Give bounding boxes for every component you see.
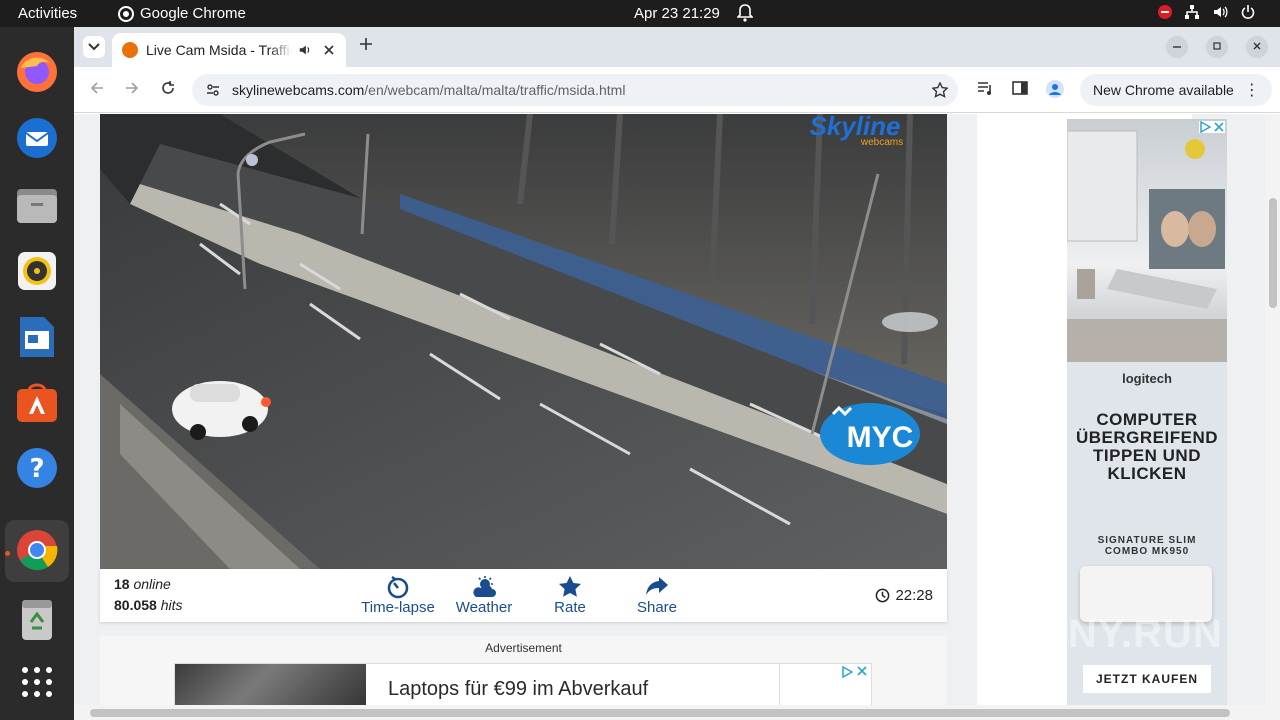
hits-count: 80.058	[114, 597, 157, 613]
url-path: /en/webcam/malta/malta/traffic/msida.htm…	[364, 82, 626, 98]
clock-icon	[876, 588, 890, 603]
firefox-icon[interactable]	[14, 49, 60, 95]
buy-now-button[interactable]: JETZT KAUFEN	[1083, 665, 1211, 693]
rhythmbox-icon[interactable]	[14, 248, 60, 294]
share-label: Share	[636, 599, 678, 616]
system-tray[interactable]	[1158, 4, 1256, 20]
weather-icon	[473, 576, 496, 597]
minimize-window-icon[interactable]	[1166, 36, 1188, 58]
advertisement-label: Advertisement	[485, 641, 562, 655]
webcam-info-bar: 18 online 80.058 hits Time-lapse Weather	[100, 569, 947, 622]
url-domain: skylinewebcams.com	[232, 82, 365, 98]
back-icon[interactable]	[86, 80, 108, 102]
dock: ?	[0, 27, 74, 720]
rate-label: Rate	[554, 599, 586, 616]
anyrun-watermark: ANY.RUN	[1038, 612, 1223, 656]
svg-text:?: ?	[29, 454, 44, 484]
site-info-icon[interactable]	[206, 83, 220, 97]
app-menu[interactable]: Google Chrome	[118, 5, 246, 22]
vertical-scrollbar[interactable]	[1265, 114, 1280, 720]
share-icon	[646, 577, 668, 595]
myc-logo: MYC	[820, 403, 920, 465]
horizontal-scroll-thumb[interactable]	[90, 709, 1230, 717]
app-center-icon[interactable]	[14, 379, 60, 425]
ad-image	[175, 664, 366, 705]
libreoffice-writer-icon[interactable]	[14, 314, 60, 360]
local-time-value: 22:28	[895, 587, 933, 604]
chrome-icon[interactable]	[14, 527, 60, 573]
recording-indicator-icon	[1158, 5, 1172, 19]
help-icon[interactable]: ?	[14, 445, 60, 491]
more-menu-icon[interactable]: ⋮	[1244, 80, 1260, 100]
advertisement-section: Advertisement Laptops für €99 im Abverka…	[100, 636, 947, 705]
app-name: Google Chrome	[140, 5, 246, 22]
new-chrome-available-button[interactable]: New Chrome available ⋮	[1080, 74, 1272, 106]
new-tab-icon[interactable]	[355, 36, 377, 58]
forward-icon[interactable]	[121, 80, 143, 102]
weather-button[interactable]: Weather	[439, 573, 529, 616]
adchoices-icon[interactable]	[841, 666, 867, 678]
notification-bell-icon[interactable]	[736, 4, 754, 26]
timelapse-icon	[387, 576, 409, 599]
tab-title: Live Cam Msida - Traffic	[146, 42, 292, 58]
hits-stat: 80.058 hits	[114, 597, 183, 613]
tab-search-icon[interactable]	[83, 36, 105, 58]
bookmark-star-icon[interactable]	[932, 82, 948, 98]
ad-brand: logitech	[1122, 371, 1172, 386]
local-time: 22:28	[875, 587, 933, 604]
thunderbird-icon[interactable]	[14, 115, 60, 161]
update-label: New Chrome available	[1093, 82, 1234, 98]
ad-close-icon[interactable]	[857, 666, 867, 676]
weather-label: Weather	[455, 599, 513, 616]
online-stat: 18 online	[114, 576, 171, 592]
power-icon	[1241, 5, 1255, 19]
chrome-small-icon	[118, 5, 134, 22]
clock[interactable]: Apr 23 21:29	[634, 5, 720, 22]
reload-icon[interactable]	[157, 80, 179, 102]
show-apps-icon[interactable]	[14, 659, 60, 705]
network-icon	[1185, 5, 1199, 19]
skyline-favicon-icon	[122, 42, 138, 58]
online-label: online	[133, 576, 171, 592]
media-controls-icon[interactable]	[974, 80, 996, 102]
side-adchoices-icon[interactable]	[1199, 121, 1225, 133]
side-ad-product: SIGNATURE SLIM COMBO MK950	[1097, 535, 1197, 557]
browser-toolbar: skylinewebcams.com/en/webcam/malta/malta…	[74, 67, 1280, 113]
online-count: 18	[114, 576, 130, 592]
side-ad-close-icon[interactable]	[1213, 121, 1225, 133]
webcam-player[interactable]: Skyline webcams MYC	[100, 114, 947, 569]
ad-headline: Laptops für €99 im Abverkauf	[388, 678, 649, 700]
main-column: Skyline webcams MYC 18 online 80.058 hit…	[100, 114, 947, 705]
trash-icon[interactable]	[14, 597, 60, 643]
ad-divider	[779, 664, 780, 705]
svg-text:MYC: MYC	[847, 421, 914, 454]
vertical-scroll-thumb[interactable]	[1269, 198, 1277, 308]
distant-car	[882, 312, 938, 332]
skyline-logo-sub: webcams	[860, 137, 903, 148]
rate-button[interactable]: Rate	[525, 573, 615, 616]
hits-label: hits	[160, 597, 183, 613]
address-bar[interactable]: skylinewebcams.com/en/webcam/malta/malta…	[192, 74, 958, 106]
files-icon[interactable]	[14, 182, 60, 228]
volume-icon	[1214, 6, 1228, 18]
star-icon	[559, 576, 581, 597]
share-button[interactable]: Share	[612, 573, 702, 616]
tab-close-icon[interactable]	[324, 45, 334, 55]
maximize-window-icon[interactable]	[1206, 36, 1228, 58]
timelapse-button[interactable]: Time-lapse	[353, 573, 443, 616]
running-indicator	[5, 551, 10, 556]
horizontal-scrollbar[interactable]	[74, 705, 1265, 720]
activities-button[interactable]: Activities	[18, 5, 77, 22]
timelapse-label: Time-lapse	[361, 599, 435, 616]
ad-photo	[1067, 119, 1227, 362]
laptop-ad-banner[interactable]: Laptops für €99 im Abverkauf	[174, 663, 872, 705]
close-window-icon[interactable]	[1246, 36, 1268, 58]
side-ad-headline: COMPUTER ÜBERGREIFEND TIPPEN UND KLICKEN	[1075, 410, 1218, 483]
tab-audio-icon[interactable]	[298, 43, 312, 57]
tab-live-cam-msida[interactable]: Live Cam Msida - Traffic	[112, 33, 346, 67]
system-top-bar: Activities Google Chrome Apr 23 21:29	[0, 0, 1280, 27]
side-panel-icon[interactable]	[1009, 80, 1031, 102]
profile-avatar-icon[interactable]	[1044, 80, 1066, 102]
tab-strip: Live Cam Msida - Traffic	[74, 27, 1280, 67]
